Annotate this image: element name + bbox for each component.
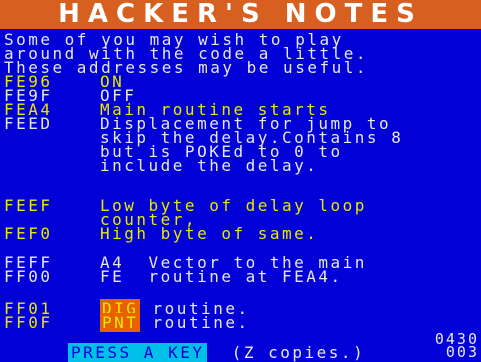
spectrum-screen: HACKER'S NOTES Some of you may wish to p… xyxy=(0,0,481,362)
address-label: FEF0 xyxy=(4,224,53,243)
copies-label: (Z copies.) xyxy=(231,343,366,362)
routine-tag: PNT xyxy=(100,313,141,332)
address-desc: FE routine at FEA4. xyxy=(100,267,343,286)
address-desc: PNT routine. xyxy=(100,313,250,332)
routine-label: routine. xyxy=(140,313,250,332)
address-label: FEED xyxy=(4,114,53,133)
footer-bar: PRESS A KEY (Z copies.) xyxy=(68,343,365,362)
address-label: FEEF xyxy=(4,196,53,215)
intro-line: These addresses may be useful. xyxy=(4,58,368,77)
copies-hint: (Z copies.) xyxy=(207,343,365,362)
counter-bottom: 003 xyxy=(445,343,479,361)
page-title: HACKER'S NOTES xyxy=(0,0,481,29)
address-label: FF0F xyxy=(4,313,53,332)
address-desc: include the delay. xyxy=(100,156,319,175)
address-label: FF00 xyxy=(4,267,53,286)
press-key-button[interactable]: PRESS A KEY xyxy=(68,343,208,362)
address-desc: High byte of same. xyxy=(100,224,319,243)
